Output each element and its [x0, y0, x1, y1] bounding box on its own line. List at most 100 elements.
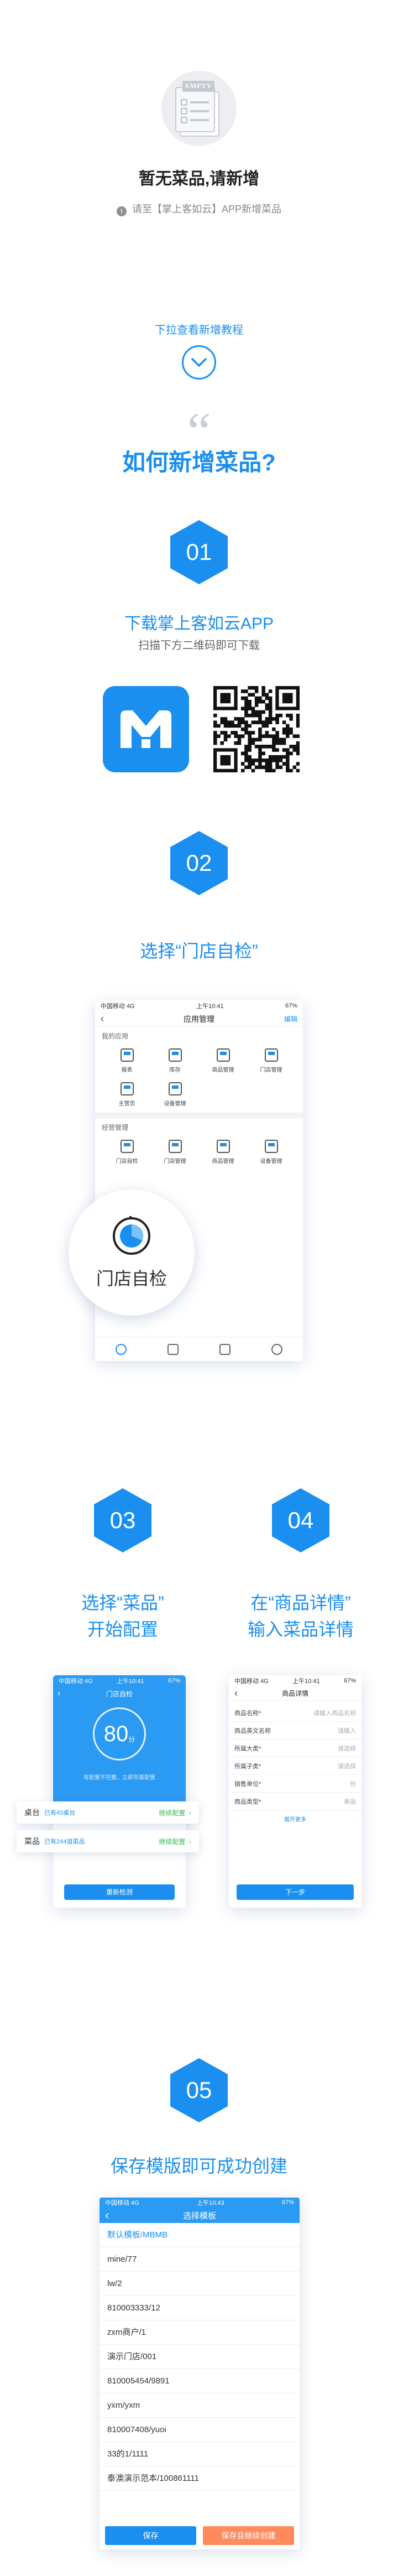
template-item[interactable]: mine/77 — [100, 2247, 300, 2272]
status-time: 上午10:41 — [292, 1678, 320, 1685]
form-field[interactable]: 商品英文名称 请输入 — [229, 1722, 362, 1739]
app-main-page[interactable]: 主营页 — [103, 1082, 151, 1107]
chevron-down-button[interactable] — [182, 345, 216, 380]
template-item[interactable]: lw/2 — [100, 2272, 300, 2296]
product-form: 商品名称* 请输入商品名称 商品英文名称 请输入 所属大类* 请选择 所属子类* 请选择… — [229, 1701, 362, 1827]
score-value: 80 — [103, 1721, 129, 1746]
app-inventory[interactable]: 库存 — [151, 1048, 199, 1073]
nav-bar: ‹ 选择模板 — [100, 2208, 300, 2223]
tab-home-icon[interactable] — [116, 1343, 127, 1355]
field-value: 请输入 — [338, 1727, 356, 1734]
store-icon — [264, 1048, 278, 1062]
edit-button[interactable]: 编辑 — [284, 1014, 297, 1024]
my-apps-label: 我的应用 — [102, 1032, 129, 1040]
manage-label: 经营管理 — [102, 1124, 129, 1131]
step-05-badge: 05 — [170, 2058, 228, 2122]
step-04-title-line2: 输入菜品详情 — [247, 1619, 354, 1639]
back-icon[interactable]: ‹ — [57, 1689, 60, 1699]
report-icon — [120, 1048, 134, 1062]
step-03-title-line2: 开始配置 — [87, 1619, 158, 1639]
status-battery: 67% — [281, 2199, 294, 2206]
app-device-management-2[interactable]: 设备管理 — [247, 1140, 295, 1165]
empty-illustration: EMPTY — [161, 71, 237, 146]
template-item[interactable]: 810005454/9891 — [100, 2369, 300, 2393]
recheck-button[interactable]: 重新检测 — [64, 1884, 175, 1900]
app-label: 商品管理 — [212, 1067, 234, 1073]
card-label: 菜品 — [24, 1837, 40, 1846]
template-header: 中国移动 4G 上午10:43 67% ‹ 选择模板 — [100, 2198, 300, 2223]
template-item[interactable]: 33的1/1111 — [100, 2442, 300, 2466]
config-card-table[interactable]: 桌台 已有43桌台 继续配置 › — [17, 1801, 199, 1824]
pull-down-label: 下拉查看新增教程 — [155, 324, 243, 336]
status-carrier: 中国移动 4G — [59, 1678, 93, 1685]
back-icon[interactable]: ‹ — [234, 1687, 238, 1699]
step-02-number: 02 — [186, 850, 212, 876]
form-field[interactable]: 商品名称* 请输入商品名称 — [229, 1704, 362, 1722]
download-qr-code — [213, 686, 300, 773]
app-device-management[interactable]: 设备管理 — [151, 1082, 199, 1107]
tab-scan-icon[interactable] — [219, 1343, 231, 1355]
status-time: 上午10:41 — [117, 1678, 144, 1685]
template-item[interactable]: 泰澳演示范本/100861111 — [100, 2466, 300, 2491]
tutorial-heading: 如何新增菜品? — [122, 449, 276, 475]
form-field[interactable]: 所属大类* 请选择 — [229, 1739, 362, 1757]
chevron-right-icon: › — [188, 1837, 191, 1846]
template-item[interactable]: yxm/yxm — [100, 2393, 300, 2418]
form-field[interactable]: 所属子类* 请选择 — [229, 1757, 362, 1775]
template-item[interactable]: 810007408/yuoi — [100, 2418, 300, 2442]
app-store-check[interactable]: 门店自检 — [103, 1140, 151, 1165]
step-02-title: 选择“门店自检” — [140, 941, 258, 961]
card-status: 已有43桌台 — [44, 1810, 76, 1816]
template-actions: 保存 保存且继续创建 — [105, 2526, 294, 2545]
expand-more-link[interactable]: 展开更多 — [229, 1810, 362, 1827]
empty-title: 暂无菜品,请新增 — [138, 170, 260, 188]
form-field[interactable]: 商品类型* 单品 — [229, 1793, 362, 1810]
save-and-continue-button[interactable]: 保存且继续创建 — [203, 2526, 294, 2545]
field-label: 所属大类* — [234, 1745, 261, 1752]
store-check-bubble[interactable]: 门店自检 — [69, 1190, 195, 1316]
field-label: 商品名称* — [234, 1710, 261, 1717]
app-store-management-2[interactable]: 门店管理 — [151, 1140, 199, 1165]
tab-me-icon[interactable] — [271, 1343, 282, 1355]
template-item[interactable]: 默认模板/MBMB — [100, 2223, 300, 2247]
back-icon[interactable]: ‹ — [101, 1013, 104, 1025]
app-product-management-2[interactable]: 商品管理 — [199, 1140, 247, 1165]
field-label: 所属子类* — [234, 1763, 261, 1770]
step-01-subtitle: 扫描下方二维码即可下载 — [138, 640, 260, 652]
field-label: 商品类型* — [234, 1798, 261, 1805]
config-card-dish[interactable]: 菜品 已有244道菜品 继续配置 › — [17, 1830, 199, 1852]
next-step-button[interactable]: 下一步 — [237, 1884, 354, 1900]
status-bar: 中国移动 4G 上午10:43 67% — [100, 2198, 300, 2208]
template-item[interactable]: zxm商户/1 — [100, 2320, 300, 2345]
app-report[interactable]: 报表 — [103, 1048, 151, 1073]
quote-mark: “ — [187, 405, 211, 438]
save-button[interactable]: 保存 — [105, 2526, 196, 2545]
app-store-management[interactable]: 门店管理 — [247, 1048, 295, 1073]
store-check-screen: 中国移动 4G 上午10:41 67% ‹ 门店自检 80 分 有配置不完整，立即… — [53, 1675, 186, 1908]
store-check-icon — [120, 1140, 134, 1153]
select-template-screen: 中国移动 4G 上午10:43 67% ‹ 选择模板 默认模板/MBMB min… — [100, 2198, 300, 2549]
field-value: 单品 — [344, 1798, 356, 1805]
chevron-down-icon — [191, 358, 207, 367]
app-product-management[interactable]: 商品管理 — [199, 1048, 247, 1073]
app-label: 门店管理 — [164, 1159, 186, 1165]
template-item[interactable]: 810003333/12 — [100, 2296, 300, 2320]
card-action[interactable]: 继续配置 — [159, 1837, 185, 1846]
app-label: 库存 — [169, 1067, 181, 1073]
app-label: 设备管理 — [164, 1101, 186, 1107]
status-carrier: 中国移动 4G — [101, 1003, 135, 1010]
back-icon[interactable]: ‹ — [105, 2208, 109, 2222]
bubble-label: 门店自检 — [96, 1269, 167, 1289]
template-item[interactable]: 演示门店/001 — [100, 2345, 300, 2369]
store-check-icon — [113, 1216, 150, 1255]
form-field[interactable]: 销售单位* 份 — [229, 1775, 362, 1793]
status-battery: 67% — [343, 1677, 356, 1684]
device-icon — [264, 1140, 278, 1153]
score-note: 有配置不完整，立即完善配置 — [83, 1775, 155, 1781]
product-icon — [216, 1140, 230, 1153]
tab-apps-icon[interactable] — [167, 1343, 179, 1355]
card-status: 已有244道菜品 — [44, 1838, 85, 1845]
app-label: 门店自检 — [116, 1159, 138, 1165]
card-action[interactable]: 继续配置 — [159, 1808, 185, 1817]
status-bar: 中国移动 4G 上午10:41 67% — [229, 1675, 362, 1686]
